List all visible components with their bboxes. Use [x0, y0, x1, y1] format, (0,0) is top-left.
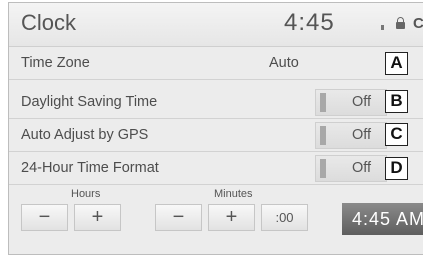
round-minutes-button[interactable]: :00: [261, 204, 308, 231]
toggle-indicator: [320, 126, 326, 145]
callout-d: D: [385, 157, 408, 180]
signal-icon: [381, 25, 384, 30]
lock-icon: [396, 17, 405, 29]
auto-adjust-gps-toggle[interactable]: Off: [315, 122, 387, 149]
auto-adjust-gps-label: Auto Adjust by GPS: [21, 127, 149, 143]
setting-row-time-zone[interactable]: Time Zone Auto: [9, 47, 423, 80]
hours-label: Hours: [71, 188, 101, 200]
header-bar: Clock 4:45 C: [9, 3, 423, 47]
callout-b: B: [385, 90, 408, 113]
time-zone-value: Auto: [269, 55, 299, 71]
hours-minus-button[interactable]: −: [21, 204, 68, 231]
setting-row-24-hour-format[interactable]: 24-Hour Time Format Off: [9, 152, 423, 185]
status-clock: 4:45: [284, 9, 335, 36]
toggle-indicator: [320, 93, 326, 112]
setting-row-daylight-saving[interactable]: Daylight Saving Time Off: [9, 86, 423, 119]
hours-plus-button[interactable]: +: [74, 204, 121, 231]
daylight-saving-toggle[interactable]: Off: [315, 89, 387, 116]
toggle-state: Off: [352, 160, 372, 176]
minutes-plus-button[interactable]: +: [208, 204, 255, 231]
setting-row-auto-adjust-gps[interactable]: Auto Adjust by GPS Off: [9, 119, 423, 152]
phone-icon: C: [413, 15, 423, 32]
toggle-state: Off: [352, 127, 372, 143]
24-hour-format-label: 24-Hour Time Format: [21, 160, 159, 176]
24-hour-format-toggle[interactable]: Off: [315, 155, 387, 182]
minutes-minus-button[interactable]: −: [155, 204, 202, 231]
callout-a: A: [385, 52, 408, 75]
clock-settings-screen: Clock 4:45 C Time Zone Auto Daylight Sav…: [8, 2, 423, 255]
page-title: Clock: [21, 10, 77, 35]
callout-c: C: [385, 123, 408, 146]
toggle-state: Off: [352, 94, 372, 110]
toggle-indicator: [320, 159, 326, 178]
time-zone-label: Time Zone: [21, 55, 90, 71]
minutes-label: Minutes: [214, 188, 253, 200]
current-time-display: 4:45 AM: [342, 203, 423, 235]
daylight-saving-label: Daylight Saving Time: [21, 94, 158, 110]
